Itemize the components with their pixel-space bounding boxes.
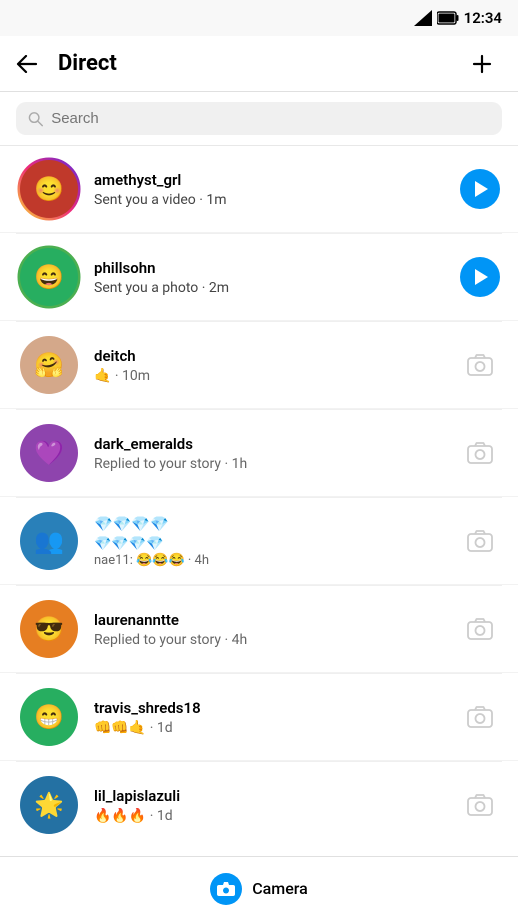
message-preview: 💎💎💎💎nae11: 😂😂😂 · 4h: [94, 536, 446, 568]
message-info: phillsohn Sent you a photo · 2m: [94, 259, 446, 296]
message-preview: 👊👊🤙 · 1d: [94, 720, 446, 736]
message-preview: 🔥🔥🔥 · 1d: [94, 808, 446, 824]
add-button[interactable]: [462, 44, 502, 84]
list-item[interactable]: 👥 💎💎💎💎 💎💎💎💎nae11: 😂😂😂 · 4h: [0, 498, 518, 585]
action-button[interactable]: [458, 607, 502, 651]
avatar: 👥: [16, 508, 82, 574]
back-icon: [16, 55, 38, 73]
message-info: laurenanntte Replied to your story · 4h: [94, 611, 446, 648]
page-title: Direct: [58, 51, 462, 76]
header: Direct: [0, 36, 518, 92]
camera-label: Camera: [252, 879, 308, 898]
action-button[interactable]: [458, 343, 502, 387]
message-username: amethyst_grl: [94, 171, 446, 189]
play-button[interactable]: [460, 169, 500, 209]
bottom-bar[interactable]: Camera: [0, 856, 518, 920]
camera-icon: [467, 354, 493, 376]
search-icon: [28, 111, 43, 127]
list-item[interactable]: 🌟 lil_lapislazuli 🔥🔥🔥 · 1d: [0, 762, 518, 848]
search-container: [0, 92, 518, 146]
search-input[interactable]: [51, 110, 490, 127]
status-bar: 12:34: [0, 0, 518, 36]
list-item[interactable]: 😁 travis_shreds18 👊👊🤙 · 1d: [0, 674, 518, 761]
message-info: dark_emeralds Replied to your story · 1h: [94, 435, 446, 472]
message-info: travis_shreds18 👊👊🤙 · 1d: [94, 699, 446, 736]
camera-icon: [467, 706, 493, 728]
action-button[interactable]: [458, 519, 502, 563]
message-username: 💎💎💎💎: [94, 515, 446, 533]
list-item[interactable]: 🤗 deitch 🤙 · 10m: [0, 322, 518, 409]
action-button[interactable]: [458, 695, 502, 739]
camera-icon: [467, 618, 493, 640]
search-bar[interactable]: [16, 102, 502, 135]
camera-icon: [217, 882, 235, 896]
avatar: 😁: [16, 684, 82, 750]
camera-button[interactable]: [210, 873, 242, 905]
message-preview: Replied to your story · 1h: [94, 456, 446, 472]
message-info: deitch 🤙 · 10m: [94, 347, 446, 384]
avatar: 😄: [16, 244, 82, 310]
action-button[interactable]: [458, 167, 502, 211]
avatar: 🤗: [16, 332, 82, 398]
status-time: 12:34: [464, 9, 502, 27]
signal-icon: [414, 10, 432, 26]
list-item[interactable]: 😊 amethyst_grl Sent you a video · 1m: [0, 146, 518, 233]
camera-icon: [467, 442, 493, 464]
play-icon: [475, 181, 488, 197]
message-username: deitch: [94, 347, 446, 365]
action-button[interactable]: [458, 431, 502, 475]
messages-list: 😊 amethyst_grl Sent you a video · 1m 😄 phill…: [0, 146, 518, 848]
back-button[interactable]: [8, 47, 46, 81]
play-button[interactable]: [460, 257, 500, 297]
message-username: lil_lapislazuli: [94, 787, 446, 805]
play-icon: [475, 269, 488, 285]
message-info: 💎💎💎💎 💎💎💎💎nae11: 😂😂😂 · 4h: [94, 515, 446, 568]
message-username: dark_emeralds: [94, 435, 446, 453]
message-preview: Sent you a photo · 2m: [94, 280, 446, 296]
action-button[interactable]: [458, 255, 502, 299]
avatar: 😊: [16, 156, 82, 222]
avatar: 💜: [16, 420, 82, 486]
action-button[interactable]: [458, 783, 502, 827]
message-info: amethyst_grl Sent you a video · 1m: [94, 171, 446, 208]
avatar: 🌟: [16, 772, 82, 838]
camera-icon: [467, 530, 493, 552]
list-item[interactable]: 😄 phillsohn Sent you a photo · 2m: [0, 234, 518, 321]
list-item[interactable]: 😎 laurenanntte Replied to your story · 4h: [0, 586, 518, 673]
avatar: 😎: [16, 596, 82, 662]
message-username: phillsohn: [94, 259, 446, 277]
battery-icon: [437, 11, 459, 25]
status-icons: 12:34: [414, 9, 502, 27]
message-preview: 🤙 · 10m: [94, 368, 446, 384]
message-username: travis_shreds18: [94, 699, 446, 717]
message-info: lil_lapislazuli 🔥🔥🔥 · 1d: [94, 787, 446, 824]
message-preview: Replied to your story · 4h: [94, 632, 446, 648]
list-item[interactable]: 💜 dark_emeralds Replied to your story · 1h: [0, 410, 518, 497]
camera-icon: [467, 794, 493, 816]
message-preview: Sent you a video · 1m: [94, 192, 446, 208]
message-username: laurenanntte: [94, 611, 446, 629]
add-icon: [470, 52, 494, 76]
